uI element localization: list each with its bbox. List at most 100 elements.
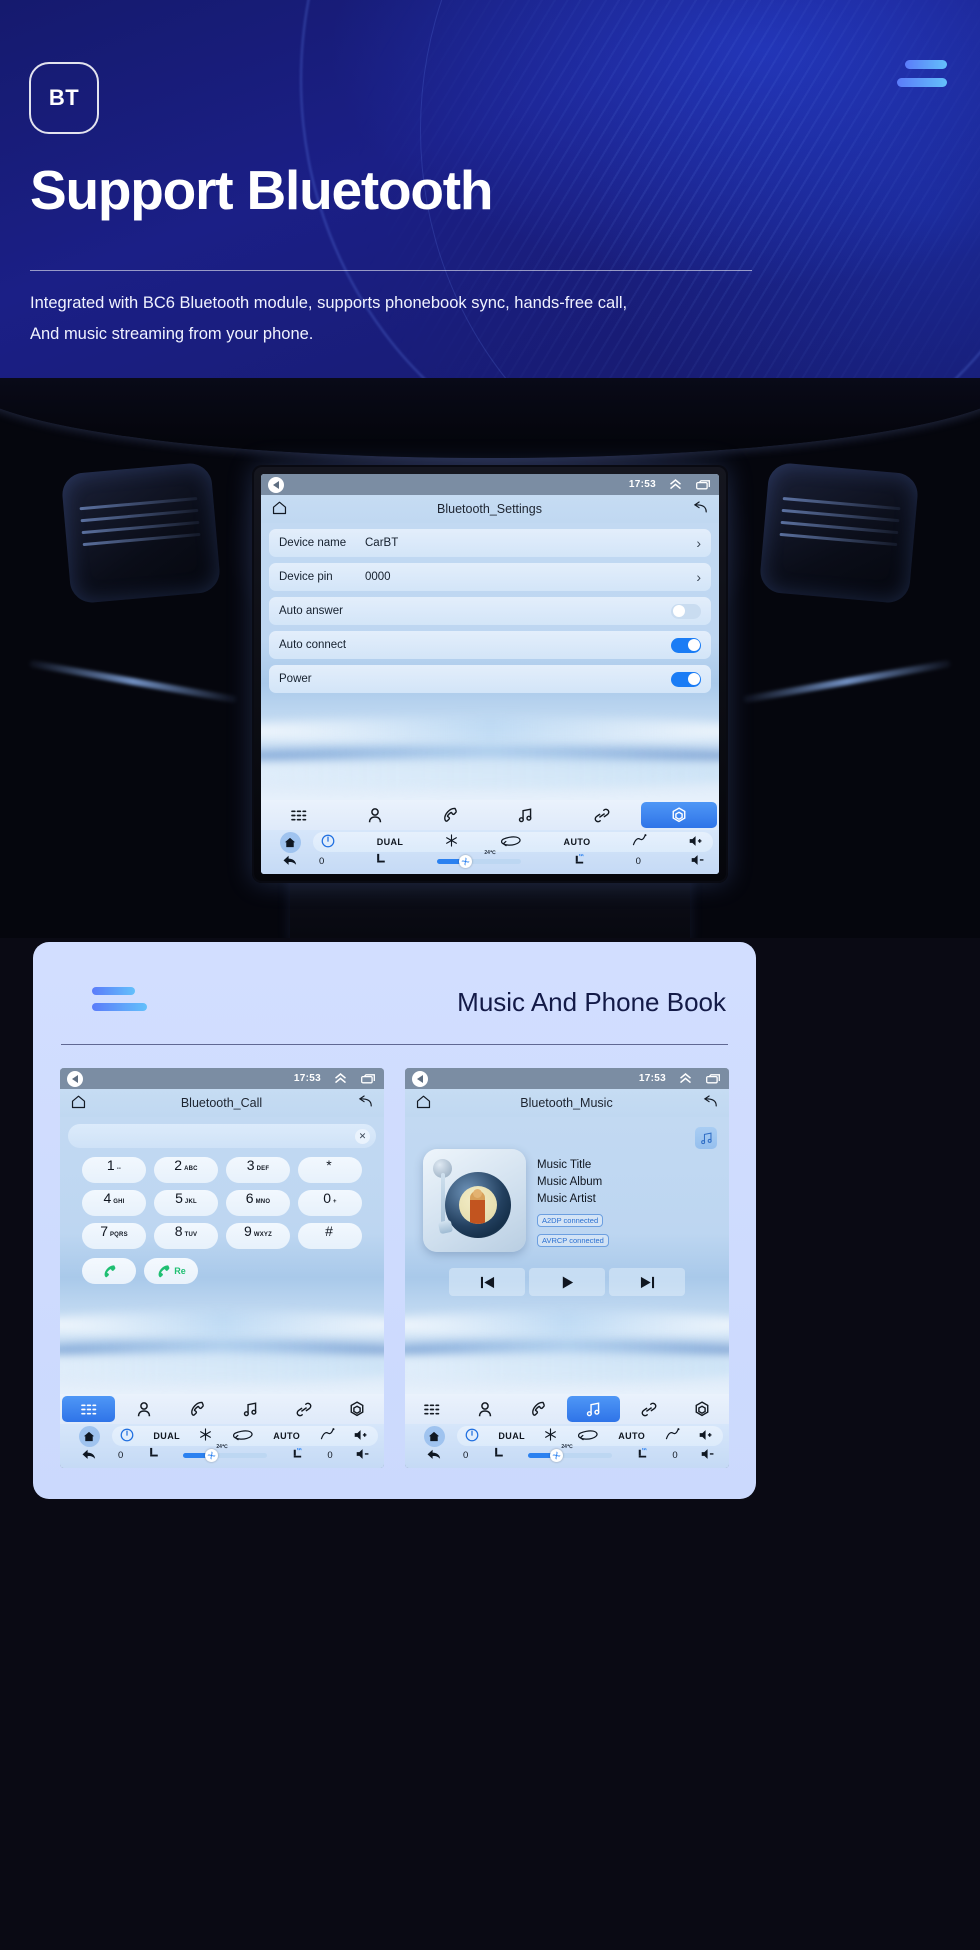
redial-button[interactable]: Re	[144, 1258, 198, 1284]
nav-item-contacts[interactable]	[458, 1394, 511, 1424]
snowflake-icon[interactable]	[199, 1428, 212, 1443]
nav-item-music[interactable]	[566, 1396, 621, 1422]
back-arrow-icon[interactable]	[412, 1070, 428, 1087]
climate-auto-label[interactable]: AUTO	[618, 1431, 645, 1441]
volume-down-icon[interactable]	[356, 1448, 372, 1463]
nav-item-link[interactable]	[277, 1394, 330, 1424]
climate-right-temp[interactable]: 0	[636, 856, 641, 867]
dialpad-key-7[interactable]: 7 PQRS	[82, 1223, 146, 1249]
dialpad-key-2[interactable]: 2 ABC	[154, 1157, 218, 1183]
climate-left-temp[interactable]: 0	[463, 1450, 468, 1461]
settings-row-auto-answer[interactable]: Auto answer	[269, 597, 711, 625]
settings-row-device-name[interactable]: Device name CarBT ›	[269, 529, 711, 557]
nav-item-music[interactable]	[488, 800, 564, 830]
back-arrow-icon[interactable]	[427, 1447, 441, 1465]
back-arrow-icon[interactable]	[67, 1070, 83, 1087]
recirculate-icon[interactable]	[232, 1429, 254, 1443]
back-arrow-icon[interactable]	[82, 1447, 96, 1465]
nav-item-settings[interactable]	[641, 802, 718, 828]
nav-item-call[interactable]	[512, 1394, 565, 1424]
power-icon[interactable]	[321, 834, 335, 850]
nav-item-contacts[interactable]	[337, 800, 413, 830]
phone-number-input[interactable]: ✕	[68, 1124, 376, 1148]
power-icon[interactable]	[465, 1428, 479, 1444]
chevron-up-icon[interactable]	[679, 1073, 692, 1084]
dialpad-key-5[interactable]: 5 JKL	[154, 1190, 218, 1216]
seat-icon[interactable]	[147, 1447, 160, 1463]
undo-back-icon[interactable]	[357, 1095, 373, 1111]
volume-up-icon[interactable]	[354, 1429, 370, 1443]
settings-row-power[interactable]: Power	[269, 665, 711, 693]
nav-item-contacts[interactable]	[117, 1394, 170, 1424]
climate-dual-label[interactable]: DUAL	[377, 837, 404, 847]
nav-item-music[interactable]	[224, 1394, 277, 1424]
chevron-up-icon[interactable]	[669, 479, 682, 490]
home-icon[interactable]	[78, 1426, 100, 1447]
recent-apps-icon[interactable]	[696, 479, 710, 490]
snowflake-icon[interactable]	[544, 1428, 557, 1443]
fan-speed-slider[interactable]	[182, 1448, 267, 1462]
previous-track-button[interactable]	[449, 1268, 525, 1296]
climate-auto-label[interactable]: AUTO	[564, 837, 591, 847]
home-icon[interactable]	[416, 1095, 431, 1112]
defrost-icon[interactable]	[665, 1428, 680, 1443]
home-icon[interactable]	[272, 501, 287, 518]
nav-item-dialpad[interactable]	[261, 800, 337, 830]
dialpad-key-star[interactable]: *	[298, 1157, 362, 1183]
volume-down-icon[interactable]	[691, 854, 707, 869]
chevron-up-icon[interactable]	[334, 1073, 347, 1084]
snowflake-icon[interactable]	[445, 834, 458, 849]
recent-apps-icon[interactable]	[361, 1073, 375, 1084]
climate-right-temp[interactable]: 0	[327, 1450, 332, 1461]
dialpad-key-4[interactable]: 4 GHI	[82, 1190, 146, 1216]
undo-back-icon[interactable]	[692, 501, 708, 517]
climate-right-temp[interactable]: 0	[672, 1450, 677, 1461]
undo-back-icon[interactable]	[702, 1095, 718, 1111]
power-icon[interactable]	[120, 1428, 134, 1444]
climate-auto-label[interactable]: AUTO	[273, 1431, 300, 1441]
nav-item-settings[interactable]	[676, 1394, 729, 1424]
fan-speed-slider[interactable]	[527, 1448, 612, 1462]
defrost-icon[interactable]	[320, 1428, 335, 1443]
volume-up-icon[interactable]	[689, 835, 705, 849]
defrost-icon[interactable]	[632, 834, 647, 849]
call-button[interactable]	[82, 1258, 136, 1284]
home-icon[interactable]	[71, 1095, 86, 1112]
dialpad-key-hash[interactable]: #	[298, 1223, 362, 1249]
recirculate-icon[interactable]	[500, 835, 522, 849]
hamburger-icon[interactable]	[889, 60, 947, 96]
climate-dual-label[interactable]: DUAL	[153, 1431, 180, 1441]
back-arrow-icon[interactable]	[283, 853, 297, 871]
climate-left-temp[interactable]: 0	[319, 856, 324, 867]
settings-row-auto-connect[interactable]: Auto connect	[269, 631, 711, 659]
nav-item-link[interactable]	[564, 800, 640, 830]
volume-up-icon[interactable]	[699, 1429, 715, 1443]
nav-item-call[interactable]	[412, 800, 488, 830]
seat-heat-icon[interactable]	[635, 1447, 649, 1463]
climate-left-temp[interactable]: 0	[118, 1450, 123, 1461]
nav-item-dialpad[interactable]	[405, 1394, 458, 1424]
auto-connect-toggle[interactable]	[671, 637, 701, 653]
seat-heat-icon[interactable]	[572, 853, 586, 869]
fan-speed-slider[interactable]	[437, 854, 522, 868]
dialpad-key-9[interactable]: 9 WXYZ	[226, 1223, 290, 1249]
volume-down-icon[interactable]	[701, 1448, 717, 1463]
dialpad-key-6[interactable]: 6 MNO	[226, 1190, 290, 1216]
climate-dual-label[interactable]: DUAL	[498, 1431, 525, 1441]
nav-item-call[interactable]	[171, 1394, 224, 1424]
next-track-button[interactable]	[609, 1268, 685, 1296]
back-arrow-icon[interactable]	[268, 476, 284, 493]
seat-icon[interactable]	[374, 853, 387, 869]
dialpad-key-3[interactable]: 3 DEF	[226, 1157, 290, 1183]
dialpad-key-0[interactable]: 0 +	[298, 1190, 362, 1216]
settings-row-device-pin[interactable]: Device pin 0000 ›	[269, 563, 711, 591]
home-icon[interactable]	[279, 832, 301, 853]
play-button[interactable]	[529, 1268, 605, 1296]
nav-item-dialpad[interactable]	[62, 1396, 116, 1422]
home-icon[interactable]	[423, 1426, 445, 1447]
music-list-icon[interactable]	[695, 1127, 717, 1149]
nav-item-link[interactable]	[622, 1394, 675, 1424]
seat-heat-icon[interactable]	[290, 1447, 304, 1463]
clear-x-icon[interactable]: ✕	[355, 1128, 370, 1144]
power-toggle[interactable]	[671, 671, 701, 687]
